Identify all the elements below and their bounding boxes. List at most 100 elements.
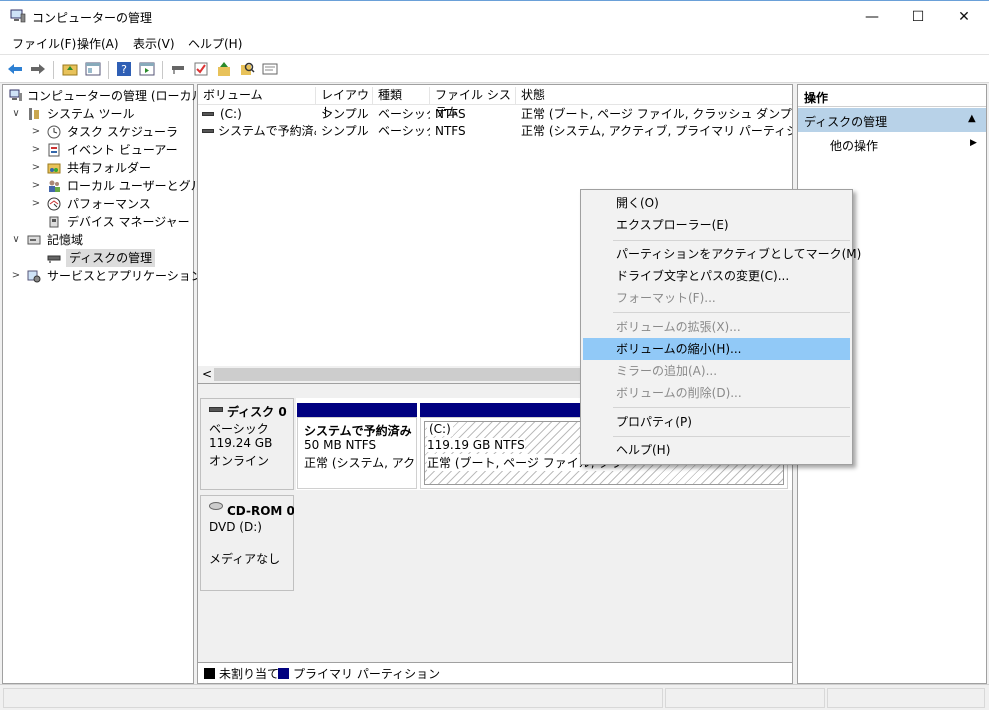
more-actions-label: 他の操作 bbox=[830, 139, 879, 153]
expand-icon[interactable]: > bbox=[31, 123, 41, 141]
collapse-icon[interactable]: ∨ bbox=[11, 105, 21, 123]
tree-item-event-viewer[interactable]: > イベント ビューアー bbox=[3, 141, 193, 159]
menu-delete-volume[interactable]: ボリュームの削除(D)... bbox=[583, 382, 850, 404]
tree-item-label: システム ツール bbox=[47, 107, 135, 121]
tree-item-label: デバイス マネージャー bbox=[67, 215, 190, 229]
column-header-layout[interactable]: レイアウト bbox=[316, 87, 373, 119]
disk-0-label[interactable]: ディスク 0 ベーシック 119.24 GB オンライン bbox=[200, 398, 294, 490]
clock-icon bbox=[47, 125, 61, 139]
legend-unallocated-swatch bbox=[204, 668, 215, 679]
device-manager-icon bbox=[49, 216, 59, 228]
event-viewer-icon bbox=[48, 143, 60, 157]
tree-item-local-users[interactable]: > ローカル ユーザーとグループ bbox=[3, 177, 226, 195]
services-icon bbox=[27, 270, 41, 283]
menu-extend-volume[interactable]: ボリュームの拡張(X)... bbox=[583, 316, 850, 338]
volume-name: (C:) bbox=[220, 107, 242, 121]
close-button[interactable]: ✕ bbox=[941, 1, 987, 32]
partition-system-reserved[interactable]: システムで予約済み 50 MB NTFS 正常 (システム, アクティ bbox=[297, 417, 417, 489]
context-menu: 開く(O) エクスプローラー(E) パーティションをアクティブとしてマーク(M)… bbox=[580, 189, 861, 465]
partition-size: 50 MB NTFS bbox=[304, 438, 377, 452]
column-header-volume[interactable]: ボリューム bbox=[198, 87, 316, 105]
users-icon bbox=[49, 180, 60, 192]
tree-item-label: 共有フォルダー bbox=[67, 161, 152, 175]
tree-item-label: 記憶域 bbox=[47, 233, 84, 247]
tree-item-task-scheduler[interactable]: > タスク スケジューラ bbox=[3, 123, 193, 141]
show-hide-tree-icon[interactable] bbox=[84, 60, 102, 78]
tree-item-storage[interactable]: ∨ 記憶域 bbox=[3, 231, 193, 249]
toolbar-separator bbox=[108, 61, 109, 79]
help-icon[interactable]: ? bbox=[115, 60, 133, 78]
volume-layout: シンプル bbox=[321, 107, 369, 121]
expand-icon[interactable]: > bbox=[31, 159, 41, 177]
menu-separator bbox=[613, 436, 850, 437]
expand-icon[interactable]: > bbox=[31, 177, 41, 195]
actions-section-disk-management[interactable]: ディスクの管理 ▲ bbox=[798, 108, 986, 132]
window-title: コンピューターの管理 bbox=[32, 11, 153, 25]
menu-change-drive-letter[interactable]: ドライブ文字とパスの変更(C)... bbox=[583, 265, 850, 287]
volume-type: ベーシック bbox=[378, 107, 430, 121]
volume-name: システムで予約済み bbox=[218, 124, 316, 138]
expand-icon[interactable]: > bbox=[31, 195, 41, 213]
toolbar-separator bbox=[162, 61, 163, 79]
menu-help[interactable]: ヘルプ(H) bbox=[188, 35, 242, 52]
check-icon[interactable] bbox=[192, 60, 210, 78]
menu-action[interactable]: 操作(A) bbox=[77, 35, 119, 52]
volume-row[interactable]: (C:) シンプル ベーシック NTFS 正常 (ブート, ページ ファイル, … bbox=[198, 106, 792, 123]
cdrom-0-label[interactable]: CD-ROM 0 DVD (D:) メディアなし bbox=[200, 495, 295, 591]
actions-title: 操作 bbox=[804, 91, 829, 105]
menu-properties[interactable]: プロパティ(P) bbox=[583, 411, 850, 433]
legend-primary-swatch bbox=[278, 668, 289, 679]
menu-add-mirror[interactable]: ミラーの追加(A)... bbox=[583, 360, 850, 382]
tree-item-system-tools[interactable]: ∨ システム ツール bbox=[3, 105, 193, 123]
expand-icon[interactable]: > bbox=[31, 141, 41, 159]
column-header-type[interactable]: 種類 bbox=[373, 87, 430, 105]
menu-mark-active[interactable]: パーティションをアクティブとしてマーク(M) bbox=[583, 243, 861, 265]
partition-status: 正常 (システム, アクティ bbox=[304, 456, 416, 470]
storage-icon bbox=[27, 235, 41, 245]
volume-row[interactable]: システムで予約済み シンプル ベーシック NTFS 正常 (システム, アクティ… bbox=[198, 123, 792, 140]
tree-item-device-manager[interactable]: デバイス マネージャー bbox=[3, 213, 193, 231]
expand-icon[interactable]: > bbox=[11, 267, 21, 285]
minimize-button[interactable]: — bbox=[849, 1, 895, 32]
tree-item-computer-management[interactable]: コンピューターの管理 (ローカル) bbox=[3, 87, 208, 105]
up-folder-icon[interactable] bbox=[61, 60, 79, 78]
legend-primary-label: プライマリ パーティション bbox=[293, 667, 441, 681]
menu-format[interactable]: フォーマット(F)... bbox=[583, 287, 850, 309]
menu-help[interactable]: ヘルプ(H) bbox=[583, 439, 850, 461]
tree-item-label: パフォーマンス bbox=[67, 197, 151, 211]
volume-status: 正常 (システム, アクティブ, プライマリ パーティション) bbox=[521, 124, 792, 138]
actions-more-actions[interactable]: 他の操作 ▶ bbox=[798, 134, 986, 156]
disk-0-type: ベーシック bbox=[209, 422, 269, 436]
menu-explorer[interactable]: エクスプローラー(E) bbox=[583, 214, 850, 236]
back-icon[interactable] bbox=[6, 60, 24, 78]
toolbar: ? bbox=[0, 54, 989, 83]
forward-icon[interactable] bbox=[29, 60, 47, 78]
tree-item-label: サービスとアプリケーション bbox=[47, 269, 203, 283]
export-icon[interactable] bbox=[215, 60, 233, 78]
system-tools-icon bbox=[29, 108, 39, 120]
volume-filesystem: NTFS bbox=[435, 124, 466, 138]
menu-shrink-volume[interactable]: ボリュームの縮小(H)... bbox=[583, 338, 850, 360]
volume-filesystem: NTFS bbox=[435, 107, 466, 121]
volume-icon bbox=[202, 112, 214, 116]
cdrom-0-status: メディアなし bbox=[209, 552, 281, 566]
menu-open[interactable]: 開く(O) bbox=[583, 192, 850, 214]
menu-separator bbox=[613, 407, 850, 408]
menu-bar: ファイル(F) 操作(A) 表示(V) ヘルプ(H) bbox=[0, 32, 989, 54]
menu-file[interactable]: ファイル(F) bbox=[12, 35, 76, 52]
collapse-icon[interactable]: ∨ bbox=[11, 231, 21, 249]
menu-view[interactable]: 表示(V) bbox=[133, 35, 175, 52]
tree-item-performance[interactable]: > パフォーマンス bbox=[3, 195, 193, 213]
maximize-button[interactable]: ☐ bbox=[895, 1, 941, 32]
search-icon[interactable] bbox=[238, 60, 256, 78]
column-header-status[interactable]: 状態 bbox=[516, 87, 792, 105]
scroll-left-icon[interactable]: < bbox=[202, 367, 212, 381]
connect-icon[interactable] bbox=[169, 60, 187, 78]
tree-item-disk-management[interactable]: ディスクの管理 bbox=[3, 249, 193, 267]
collapse-up-icon[interactable]: ▲ bbox=[968, 113, 976, 124]
console-view-icon[interactable] bbox=[138, 60, 156, 78]
tree-item-services-applications[interactable]: > サービスとアプリケーション bbox=[3, 267, 203, 285]
column-header-filesystem[interactable]: ファイル システム bbox=[430, 87, 516, 119]
tree-item-shared-folders[interactable]: > 共有フォルダー bbox=[3, 159, 193, 177]
properties-icon[interactable] bbox=[261, 60, 279, 78]
